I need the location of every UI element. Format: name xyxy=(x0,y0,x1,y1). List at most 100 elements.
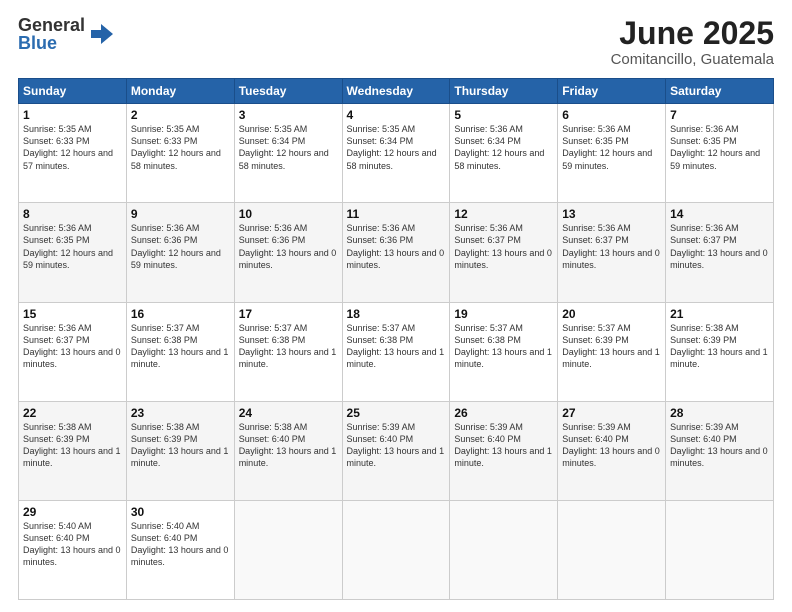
header-row: SundayMondayTuesdayWednesdayThursdayFrid… xyxy=(19,79,774,104)
day-number: 19 xyxy=(454,307,553,321)
calendar-cell: 6Sunrise: 5:36 AMSunset: 6:35 PMDaylight… xyxy=(558,104,666,203)
day-number: 16 xyxy=(131,307,230,321)
day-info: Sunrise: 5:38 AMSunset: 6:40 PMDaylight:… xyxy=(239,421,338,470)
calendar-cell: 30Sunrise: 5:40 AMSunset: 6:40 PMDayligh… xyxy=(126,500,234,599)
day-info: Sunrise: 5:40 AMSunset: 6:40 PMDaylight:… xyxy=(131,520,230,569)
week-row-4: 22Sunrise: 5:38 AMSunset: 6:39 PMDayligh… xyxy=(19,401,774,500)
calendar-cell: 26Sunrise: 5:39 AMSunset: 6:40 PMDayligh… xyxy=(450,401,558,500)
day-number: 29 xyxy=(23,505,122,519)
calendar-cell: 22Sunrise: 5:38 AMSunset: 6:39 PMDayligh… xyxy=(19,401,127,500)
week-row-1: 1Sunrise: 5:35 AMSunset: 6:33 PMDaylight… xyxy=(19,104,774,203)
day-info: Sunrise: 5:36 AMSunset: 6:36 PMDaylight:… xyxy=(131,222,230,271)
day-number: 7 xyxy=(670,108,769,122)
week-row-3: 15Sunrise: 5:36 AMSunset: 6:37 PMDayligh… xyxy=(19,302,774,401)
day-number: 20 xyxy=(562,307,661,321)
day-info: Sunrise: 5:37 AMSunset: 6:38 PMDaylight:… xyxy=(239,322,338,371)
calendar-cell: 23Sunrise: 5:38 AMSunset: 6:39 PMDayligh… xyxy=(126,401,234,500)
day-number: 13 xyxy=(562,207,661,221)
calendar-cell: 9Sunrise: 5:36 AMSunset: 6:36 PMDaylight… xyxy=(126,203,234,302)
calendar-cell: 18Sunrise: 5:37 AMSunset: 6:38 PMDayligh… xyxy=(342,302,450,401)
calendar-cell: 13Sunrise: 5:36 AMSunset: 6:37 PMDayligh… xyxy=(558,203,666,302)
logo: General Blue xyxy=(18,16,115,52)
calendar-cell: 3Sunrise: 5:35 AMSunset: 6:34 PMDaylight… xyxy=(234,104,342,203)
day-info: Sunrise: 5:38 AMSunset: 6:39 PMDaylight:… xyxy=(131,421,230,470)
calendar-cell: 21Sunrise: 5:38 AMSunset: 6:39 PMDayligh… xyxy=(666,302,774,401)
calendar-cell xyxy=(234,500,342,599)
day-number: 1 xyxy=(23,108,122,122)
day-number: 23 xyxy=(131,406,230,420)
calendar-cell: 19Sunrise: 5:37 AMSunset: 6:38 PMDayligh… xyxy=(450,302,558,401)
calendar-subtitle: Comitancillo, Guatemala xyxy=(611,51,774,68)
day-info: Sunrise: 5:39 AMSunset: 6:40 PMDaylight:… xyxy=(670,421,769,470)
day-number: 6 xyxy=(562,108,661,122)
calendar-cell: 1Sunrise: 5:35 AMSunset: 6:33 PMDaylight… xyxy=(19,104,127,203)
week-row-2: 8Sunrise: 5:36 AMSunset: 6:35 PMDaylight… xyxy=(19,203,774,302)
calendar-cell xyxy=(558,500,666,599)
header-day-tuesday: Tuesday xyxy=(234,79,342,104)
calendar-cell: 24Sunrise: 5:38 AMSunset: 6:40 PMDayligh… xyxy=(234,401,342,500)
day-number: 21 xyxy=(670,307,769,321)
calendar-cell: 5Sunrise: 5:36 AMSunset: 6:34 PMDaylight… xyxy=(450,104,558,203)
header-day-friday: Friday xyxy=(558,79,666,104)
logo-general: General xyxy=(18,16,85,34)
day-number: 24 xyxy=(239,406,338,420)
calendar-title: June 2025 xyxy=(611,16,774,51)
calendar-cell: 14Sunrise: 5:36 AMSunset: 6:37 PMDayligh… xyxy=(666,203,774,302)
day-number: 18 xyxy=(347,307,446,321)
calendar-cell: 27Sunrise: 5:39 AMSunset: 6:40 PMDayligh… xyxy=(558,401,666,500)
calendar-cell xyxy=(450,500,558,599)
day-info: Sunrise: 5:37 AMSunset: 6:38 PMDaylight:… xyxy=(131,322,230,371)
day-info: Sunrise: 5:37 AMSunset: 6:38 PMDaylight:… xyxy=(347,322,446,371)
day-info: Sunrise: 5:35 AMSunset: 6:34 PMDaylight:… xyxy=(239,123,338,172)
day-info: Sunrise: 5:39 AMSunset: 6:40 PMDaylight:… xyxy=(562,421,661,470)
day-number: 22 xyxy=(23,406,122,420)
calendar-cell: 12Sunrise: 5:36 AMSunset: 6:37 PMDayligh… xyxy=(450,203,558,302)
day-number: 25 xyxy=(347,406,446,420)
calendar-cell: 17Sunrise: 5:37 AMSunset: 6:38 PMDayligh… xyxy=(234,302,342,401)
day-info: Sunrise: 5:36 AMSunset: 6:37 PMDaylight:… xyxy=(454,222,553,271)
header-day-saturday: Saturday xyxy=(666,79,774,104)
day-info: Sunrise: 5:35 AMSunset: 6:33 PMDaylight:… xyxy=(23,123,122,172)
header: General Blue June 2025 Comitancillo, Gua… xyxy=(18,16,774,68)
calendar-cell: 11Sunrise: 5:36 AMSunset: 6:36 PMDayligh… xyxy=(342,203,450,302)
calendar-cell xyxy=(666,500,774,599)
calendar-cell: 16Sunrise: 5:37 AMSunset: 6:38 PMDayligh… xyxy=(126,302,234,401)
day-number: 10 xyxy=(239,207,338,221)
day-info: Sunrise: 5:37 AMSunset: 6:38 PMDaylight:… xyxy=(454,322,553,371)
calendar-cell: 15Sunrise: 5:36 AMSunset: 6:37 PMDayligh… xyxy=(19,302,127,401)
logo-text-block: General Blue xyxy=(18,16,85,52)
calendar-cell xyxy=(342,500,450,599)
day-number: 4 xyxy=(347,108,446,122)
day-number: 2 xyxy=(131,108,230,122)
day-number: 15 xyxy=(23,307,122,321)
day-info: Sunrise: 5:36 AMSunset: 6:37 PMDaylight:… xyxy=(562,222,661,271)
day-number: 30 xyxy=(131,505,230,519)
day-info: Sunrise: 5:36 AMSunset: 6:35 PMDaylight:… xyxy=(562,123,661,172)
day-info: Sunrise: 5:40 AMSunset: 6:40 PMDaylight:… xyxy=(23,520,122,569)
day-info: Sunrise: 5:36 AMSunset: 6:36 PMDaylight:… xyxy=(239,222,338,271)
header-day-monday: Monday xyxy=(126,79,234,104)
day-number: 8 xyxy=(23,207,122,221)
day-number: 26 xyxy=(454,406,553,420)
calendar-cell: 10Sunrise: 5:36 AMSunset: 6:36 PMDayligh… xyxy=(234,203,342,302)
day-number: 27 xyxy=(562,406,661,420)
logo-blue: Blue xyxy=(18,34,85,52)
calendar-cell: 8Sunrise: 5:36 AMSunset: 6:35 PMDaylight… xyxy=(19,203,127,302)
day-number: 11 xyxy=(347,207,446,221)
calendar-cell: 7Sunrise: 5:36 AMSunset: 6:35 PMDaylight… xyxy=(666,104,774,203)
header-day-sunday: Sunday xyxy=(19,79,127,104)
calendar-cell: 29Sunrise: 5:40 AMSunset: 6:40 PMDayligh… xyxy=(19,500,127,599)
calendar-cell: 25Sunrise: 5:39 AMSunset: 6:40 PMDayligh… xyxy=(342,401,450,500)
day-info: Sunrise: 5:37 AMSunset: 6:39 PMDaylight:… xyxy=(562,322,661,371)
day-info: Sunrise: 5:39 AMSunset: 6:40 PMDaylight:… xyxy=(347,421,446,470)
day-info: Sunrise: 5:39 AMSunset: 6:40 PMDaylight:… xyxy=(454,421,553,470)
calendar-page: General Blue June 2025 Comitancillo, Gua… xyxy=(0,0,792,612)
day-number: 9 xyxy=(131,207,230,221)
header-day-thursday: Thursday xyxy=(450,79,558,104)
day-info: Sunrise: 5:35 AMSunset: 6:34 PMDaylight:… xyxy=(347,123,446,172)
day-info: Sunrise: 5:38 AMSunset: 6:39 PMDaylight:… xyxy=(670,322,769,371)
calendar-table: SundayMondayTuesdayWednesdayThursdayFrid… xyxy=(18,78,774,600)
day-number: 5 xyxy=(454,108,553,122)
day-info: Sunrise: 5:36 AMSunset: 6:35 PMDaylight:… xyxy=(670,123,769,172)
day-info: Sunrise: 5:38 AMSunset: 6:39 PMDaylight:… xyxy=(23,421,122,470)
